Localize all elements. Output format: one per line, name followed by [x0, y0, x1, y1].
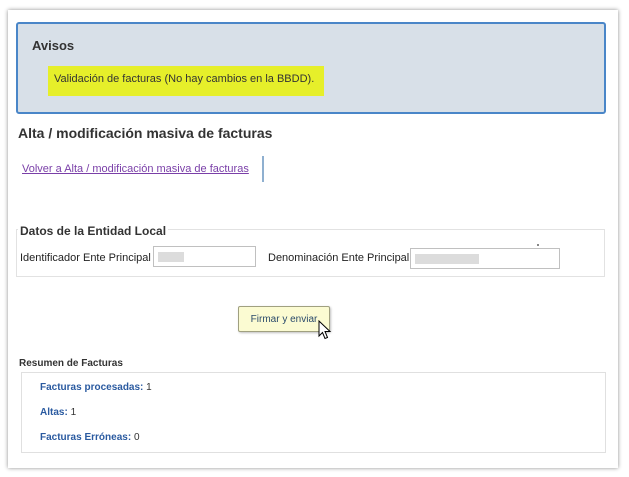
entidad-legend: Datos de la Entidad Local	[18, 224, 169, 238]
resumen-row-procesadas: Facturas procesadas: 1	[40, 382, 152, 393]
avisos-message: Validación de facturas (No hay cambios e…	[48, 66, 324, 96]
denominacion-label: Denominación Ente Principal	[268, 252, 410, 264]
firmar-enviar-button[interactable]: Firmar y enviar	[238, 306, 330, 332]
resumen-row-altas: Altas: 1	[40, 407, 76, 418]
resumen-value: 0	[133, 432, 140, 443]
resumen-box: Facturas procesadas: 1 Altas: 1 Facturas…	[21, 372, 606, 453]
page-frame: Avisos Validación de facturas (No hay ca…	[8, 10, 618, 468]
avisos-panel: Avisos Validación de facturas (No hay ca…	[16, 22, 606, 114]
resumen-title: Resumen de Facturas	[19, 358, 123, 369]
resumen-label: Facturas procesadas:	[40, 382, 144, 393]
denominacion-input[interactable]	[410, 248, 560, 269]
redacted-value-blur	[415, 254, 479, 264]
redacted-value-blur	[158, 252, 184, 262]
resumen-row-erroneas: Facturas Erróneas: 0	[40, 432, 140, 443]
back-link[interactable]: Volver a Alta / modificación masiva de f…	[22, 163, 249, 175]
resumen-value: 1	[70, 407, 77, 418]
identificador-input[interactable]	[153, 246, 256, 267]
resumen-label: Altas:	[40, 407, 68, 418]
mouse-pointer-icon	[318, 320, 332, 340]
link-divider	[262, 156, 264, 182]
page-title: Alta / modificación masiva de facturas	[18, 125, 273, 141]
identificador-label: Identificador Ente Principal	[20, 252, 151, 264]
avisos-title: Avisos	[32, 38, 75, 53]
decorative-dot	[537, 244, 539, 246]
resumen-value: 1	[146, 382, 152, 393]
resumen-label: Facturas Erróneas:	[40, 432, 132, 443]
